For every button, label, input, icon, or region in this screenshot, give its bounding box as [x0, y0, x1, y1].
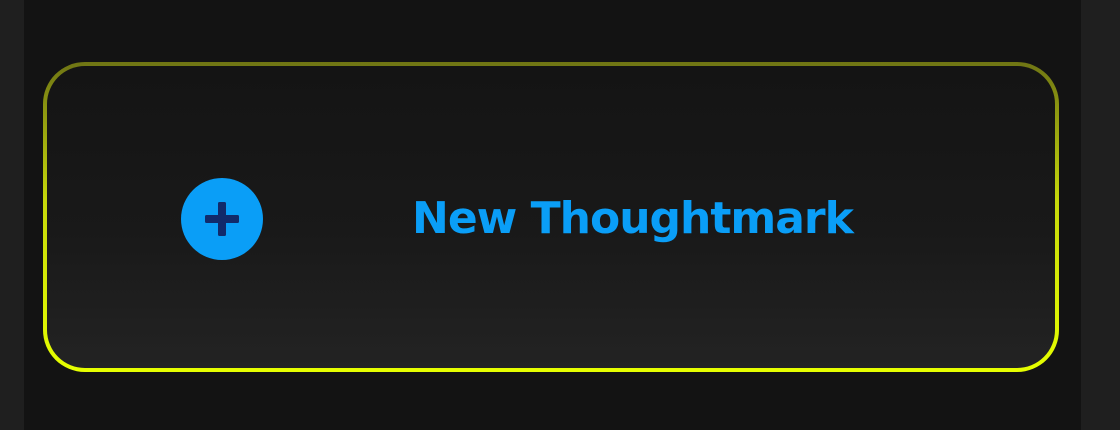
new-thoughtmark-button[interactable]: New Thoughtmark	[43, 62, 1059, 372]
app-screen: New Thoughtmark	[0, 0, 1120, 430]
plus-circle-icon	[181, 178, 263, 260]
new-thoughtmark-label: New Thoughtmark	[412, 193, 854, 244]
